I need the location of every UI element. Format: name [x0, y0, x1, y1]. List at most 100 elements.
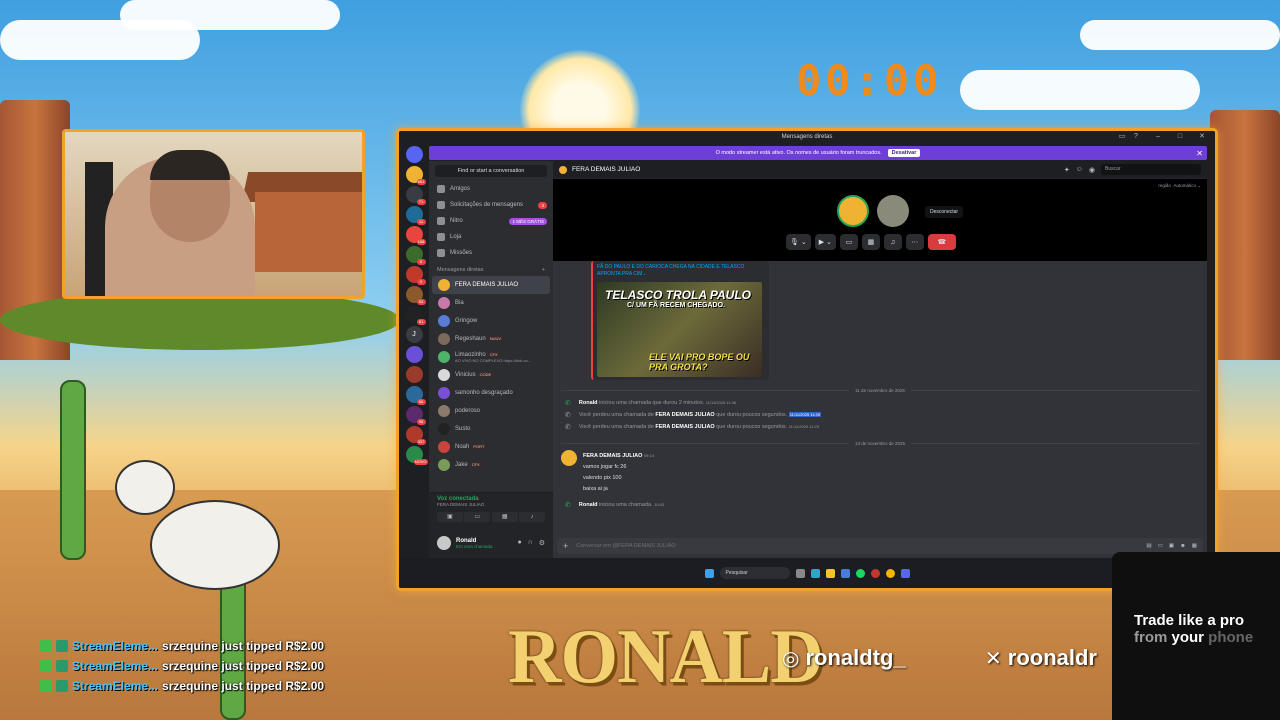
dm-name: Regeshaun: [455, 336, 486, 342]
apps-icon[interactable]: ▦: [1192, 543, 1197, 549]
file-explorer-icon[interactable]: [825, 568, 835, 578]
camera-button[interactable]: ▶ ⌄: [814, 234, 836, 250]
dm-item[interactable]: Noah PORT: [432, 438, 550, 456]
message-author[interactable]: FERA DEMAIS JULIAO: [583, 453, 642, 459]
screen-share-icon[interactable]: ▭: [464, 512, 491, 522]
nav-item-nitro[interactable]: Nitro 1 MÊS GRÁTIS: [429, 213, 553, 229]
dm-item[interactable]: Vinicius CODE: [432, 366, 550, 384]
store-icon[interactable]: [840, 568, 850, 578]
server-icon[interactable]: 11: [405, 206, 426, 225]
close-icon[interactable]: ✕: [1197, 132, 1207, 142]
server-icon[interactable]: 337: [405, 426, 426, 445]
server-icon[interactable]: NOVO: [405, 446, 428, 465]
nav-item-message-requests[interactable]: Solicitações de mensagens 4: [429, 197, 553, 213]
search-input[interactable]: Buscar: [1101, 164, 1201, 175]
find-conversation-button[interactable]: Find or start a conversation: [435, 165, 547, 177]
region-selector[interactable]: região Automático ⌄: [1158, 183, 1201, 189]
message-composer[interactable]: + Conversar em @FERA DEMAIS JULIAO ▤ ▭ ▣…: [557, 538, 1203, 554]
server-icon[interactable]: 661: [405, 166, 426, 185]
call-text: iniciou uma chamada.: [599, 502, 653, 508]
dm-item[interactable]: Bia: [432, 294, 550, 312]
soundboard-icon[interactable]: ♪: [518, 512, 545, 522]
inbox-icon[interactable]: ▭: [1117, 132, 1127, 142]
server-icon[interactable]: 168: [405, 226, 426, 245]
activities-icon[interactable]: ▦: [491, 512, 518, 522]
date-separator: 11 de novembro de 2025: [561, 388, 1199, 393]
dm-name: Susto: [455, 426, 471, 432]
banner-close-icon[interactable]: ✕: [1196, 149, 1203, 158]
embed-title[interactable]: FÃ DO PAULO E DO CARIOCA CHEGA NA CIDADE…: [597, 264, 765, 278]
edge-icon[interactable]: [810, 568, 820, 578]
emoji-icon[interactable]: ☻: [1180, 543, 1186, 549]
server-icon[interactable]: [405, 366, 423, 383]
server-icon[interactable]: 71: [405, 186, 426, 205]
server-icon[interactable]: 66: [405, 386, 426, 405]
x-icon: ✕: [985, 647, 1002, 670]
microphone-icon[interactable]: ●: [517, 539, 521, 547]
dm-item[interactable]: samonho desgraçado: [432, 384, 550, 402]
call-participant-avatar[interactable]: [877, 195, 909, 227]
steam-icon[interactable]: [870, 568, 880, 578]
help-icon[interactable]: ?: [1131, 132, 1141, 142]
dm-item[interactable]: Gringow: [432, 312, 550, 330]
mute-button[interactable]: 🎙 ⌄: [786, 234, 811, 250]
server-icon[interactable]: [405, 346, 423, 363]
server-icon[interactable]: 9: [405, 266, 426, 285]
dm-item[interactable]: Susto: [432, 420, 550, 438]
task-view-icon[interactable]: [795, 568, 805, 578]
server-icon[interactable]: 81: [405, 306, 426, 325]
disconnect-button[interactable]: ☎: [927, 234, 956, 250]
attach-plus-icon[interactable]: +: [563, 541, 568, 551]
more-button[interactable]: ⋯: [905, 234, 924, 250]
nav-label: Solicitações de mensagens: [450, 202, 524, 208]
dm-item[interactable]: FERA DEMAIS JULIAO: [432, 276, 550, 294]
system-message: ✆ Ronald iniciou uma chamada que durou 2…: [561, 397, 1199, 409]
maximize-icon[interactable]: □: [1175, 132, 1185, 142]
dm-item[interactable]: Limaozinho CFX AO VIVO NO COMPLEXO https:/…: [432, 348, 550, 366]
chrome-icon[interactable]: [885, 568, 895, 578]
taskbar-search[interactable]: Pesquisar: [719, 567, 790, 579]
sticker-icon[interactable]: ▣: [1169, 543, 1174, 549]
embed-thumbnail[interactable]: TELASCO TROLA PAULO C/ UM FÃ RECEM CHEGA…: [597, 282, 762, 377]
clan-tag: CODE: [477, 372, 494, 377]
minimize-icon[interactable]: –: [1153, 132, 1163, 142]
windows-start-icon[interactable]: [704, 568, 714, 578]
avatar[interactable]: [561, 450, 577, 466]
dm-nav: Amigos Solicitações de mensagens 4 Nitro 1 M…: [429, 181, 553, 261]
server-icon[interactable]: 6: [405, 246, 426, 265]
spotify-icon[interactable]: [855, 568, 865, 578]
nav-item-quests[interactable]: Missões: [429, 245, 553, 261]
settings-gear-icon[interactable]: ⚙: [539, 539, 545, 547]
nav-item-shop[interactable]: Loja: [429, 229, 553, 245]
nav-item-friends[interactable]: Amigos: [429, 181, 553, 197]
disable-streamer-mode-button[interactable]: Desativar: [887, 149, 921, 157]
add-dm-icon[interactable]: +: [542, 267, 545, 273]
call-participant-avatar[interactable]: [837, 195, 869, 227]
dm-item[interactable]: Jake CFX: [432, 456, 550, 474]
x-handle: ✕ roonaldr: [985, 645, 1097, 671]
camera-icon[interactable]: ▣: [437, 512, 463, 522]
activities-button[interactable]: ▦: [861, 234, 880, 250]
server-icon[interactable]: 53: [405, 286, 426, 305]
server-icon[interactable]: J: [405, 326, 423, 343]
verified-badge-icon: [40, 680, 52, 692]
add-friend-icon[interactable]: ☺: [1076, 166, 1083, 173]
avatar[interactable]: [437, 536, 451, 550]
soundboard-button[interactable]: ♫: [883, 234, 902, 250]
call-icon: ✆: [565, 502, 571, 509]
dm-item[interactable]: poderoso: [432, 402, 550, 420]
discord-taskbar-icon[interactable]: [900, 568, 910, 578]
gif-icon[interactable]: ▭: [1158, 543, 1163, 549]
gift-icon[interactable]: ▤: [1146, 543, 1151, 549]
profile-icon[interactable]: ◉: [1089, 166, 1095, 174]
banner-text: O modo streamer está ativo. Os nomes de …: [715, 150, 882, 156]
ad-panel[interactable]: Trade like a pro from your phone: [1112, 552, 1280, 720]
headphones-icon[interactable]: ∩: [528, 539, 533, 547]
share-screen-button[interactable]: ▭: [839, 234, 858, 250]
server-icon[interactable]: 98: [405, 406, 426, 425]
server-icon[interactable]: [405, 146, 423, 163]
message-input[interactable]: Conversar em @FERA DEMAIS JULIAO: [576, 543, 675, 549]
dm-item[interactable]: Regeshaun NUUV: [432, 330, 550, 348]
video-embed[interactable]: FÃ DO PAULO E DO CARIOCA CHEGA NA CIDADE…: [591, 261, 769, 380]
pin-icon[interactable]: ✦: [1064, 166, 1070, 174]
